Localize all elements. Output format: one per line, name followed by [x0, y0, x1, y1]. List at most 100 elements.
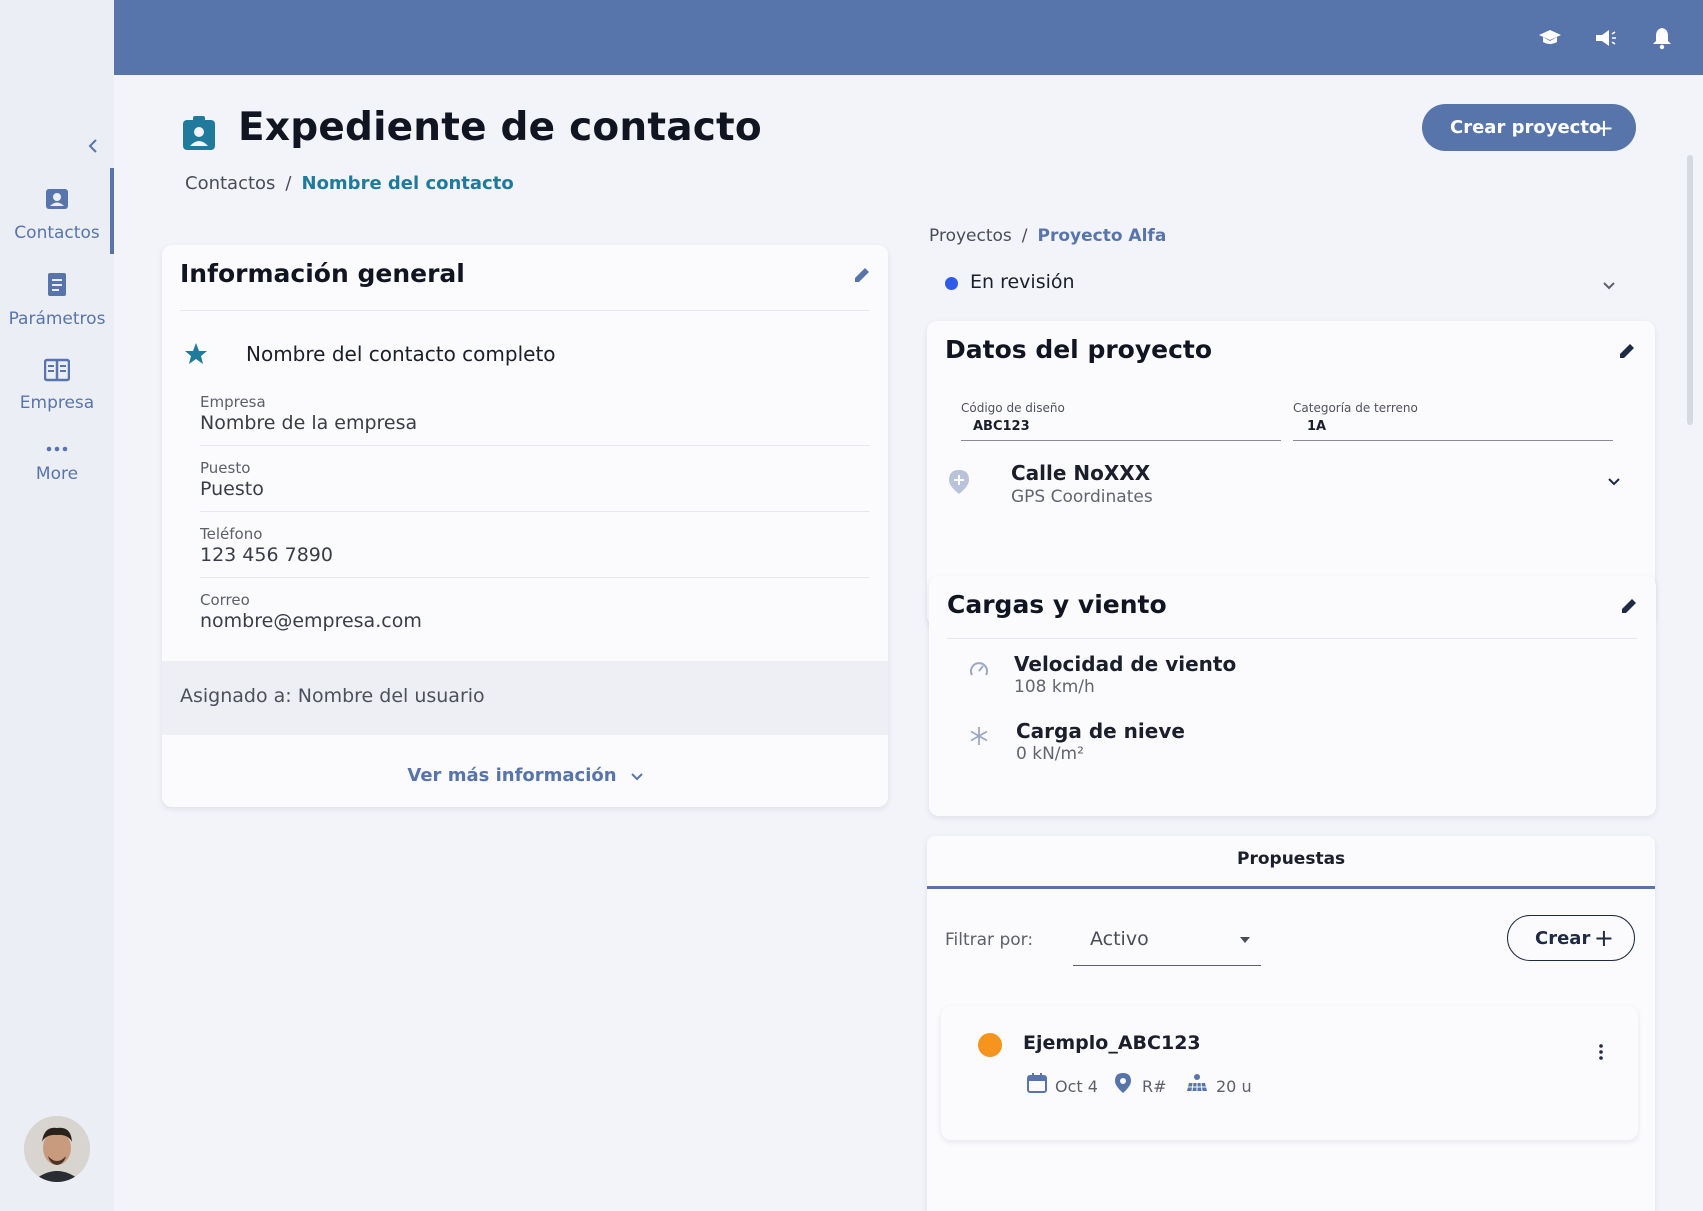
field-value-empresa: Nombre de la empresa — [200, 412, 418, 434]
assigned-section: Asignado a: Nombre del usuario — [162, 661, 888, 735]
proposal-date: Oct 4 — [1055, 1077, 1098, 1096]
project-breadcrumb-root[interactable]: Proyectos — [929, 226, 1012, 246]
pencil-icon[interactable] — [1619, 596, 1639, 616]
code-label: Código de diseño — [961, 401, 1065, 415]
divider — [200, 445, 870, 446]
calendar-icon — [1027, 1073, 1047, 1093]
proposal-item[interactable]: Ejemplo_ABC123 Oct 4 R# 20 u — [941, 1006, 1638, 1140]
proposal-units: 20 u — [1216, 1077, 1252, 1096]
field-label-telefono: Teléfono — [200, 525, 263, 543]
field-value-telefono: 123 456 7890 — [200, 544, 333, 566]
solar-panel-icon — [1187, 1074, 1207, 1092]
loads-wind-title: Cargas y viento — [947, 590, 1167, 619]
building-icon — [43, 358, 71, 382]
create-proposal-button[interactable]: Crear + — [1507, 915, 1635, 961]
create-project-button[interactable]: Crear proyecto + — [1422, 104, 1636, 151]
divider — [200, 511, 870, 512]
sidebar-item-more[interactable]: More — [0, 438, 114, 484]
terrain-value: 1A — [1307, 419, 1327, 434]
divider — [180, 310, 870, 311]
sidebar-item-empresa[interactable]: Empresa — [0, 358, 114, 413]
snowflake-icon — [970, 727, 988, 745]
scrollbar[interactable] — [1687, 155, 1693, 425]
chevron-down-icon — [1608, 478, 1620, 486]
project-breadcrumb: Proyectos / Proyecto Alfa — [929, 226, 1166, 246]
chevron-left-icon[interactable] — [86, 136, 100, 156]
star-icon — [185, 343, 207, 364]
status-label: En revisión — [970, 271, 1075, 293]
page-title: Expediente de contacto — [238, 105, 762, 150]
pencil-icon[interactable] — [852, 265, 872, 285]
breadcrumb: Contactos / Nombre del contacto — [185, 173, 514, 194]
breadcrumb-separator: / — [1021, 226, 1028, 246]
divider — [200, 577, 870, 578]
general-info-card: Información general Nombre del contacto … — [162, 245, 888, 807]
tab-propuestas[interactable]: Propuestas — [1237, 849, 1345, 869]
contact-name: Nombre del contacto completo — [246, 342, 556, 366]
sidebar-item-parametros[interactable]: Parámetros — [0, 272, 114, 329]
wind-speed-value: 108 km/h — [1014, 677, 1095, 697]
loads-wind-card: Cargas y viento Velocidad de viento 108 … — [929, 576, 1656, 816]
field-underline — [961, 440, 1281, 441]
breadcrumb-current: Nombre del contacto — [301, 173, 514, 194]
select-underline — [1073, 965, 1261, 966]
location-pin-icon — [1115, 1073, 1131, 1093]
proposal-ref: R# — [1142, 1077, 1167, 1096]
more-vertical-icon[interactable] — [1598, 1043, 1604, 1061]
breadcrumb-separator: / — [285, 173, 292, 194]
gps-coordinates: GPS Coordinates — [1011, 487, 1153, 507]
terrain-label: Categoría de terreno — [1293, 401, 1418, 415]
project-breadcrumb-current: Proyecto Alfa — [1037, 226, 1167, 246]
field-underline — [1293, 440, 1613, 441]
speedometer-icon — [970, 662, 988, 676]
snow-load-label: Carga de nieve — [1016, 719, 1185, 743]
bell-icon[interactable] — [1650, 26, 1674, 50]
field-label-puesto: Puesto — [200, 459, 251, 477]
general-info-title: Información general — [180, 259, 465, 288]
top-bar — [114, 0, 1703, 75]
sidebar-item-label: Parámetros — [8, 309, 106, 329]
sidebar-item-label: More — [35, 464, 79, 484]
plus-icon: + — [1593, 114, 1614, 142]
sidebar-item-label: Contactos — [14, 223, 100, 243]
location-pin-icon — [949, 470, 969, 494]
tab-indicator — [927, 886, 1655, 889]
code-value: ABC123 — [973, 419, 1030, 434]
proposals-panel: Propuestas Filtrar por: Activo Crear + Ej… — [927, 836, 1655, 1211]
plus-icon: + — [1593, 924, 1614, 952]
see-more-label: Ver más información — [407, 765, 617, 786]
snow-load-value: 0 kN/m² — [1016, 744, 1084, 764]
wind-speed-label: Velocidad de viento — [1014, 652, 1237, 676]
chevron-down-icon — [1603, 282, 1615, 290]
main-content: Expediente de contacto Contactos / Nombre … — [114, 75, 1703, 1211]
filter-label: Filtrar por: — [945, 930, 1034, 950]
address-title: Calle NoXXX — [1011, 461, 1151, 485]
filter-value: Activo — [1090, 928, 1149, 950]
graduation-cap-icon[interactable] — [1538, 26, 1562, 50]
proposal-status-dot — [978, 1033, 1002, 1057]
breadcrumb-root[interactable]: Contactos — [185, 173, 275, 194]
proposal-name: Ejemplo_ABC123 — [1023, 1032, 1201, 1054]
sidebar: Contactos Parámetros Empresa More — [0, 0, 114, 1211]
status-dot — [945, 277, 958, 290]
sidebar-item-contactos[interactable]: Contactos — [0, 168, 114, 254]
contact-badge-icon — [183, 116, 215, 150]
contact-card-icon — [46, 189, 68, 209]
avatar[interactable] — [24, 1116, 90, 1182]
see-more-link[interactable]: Ver más información — [162, 765, 888, 786]
pencil-icon[interactable] — [1617, 341, 1637, 361]
assigned-text: Asignado a: Nombre del usuario — [180, 685, 485, 707]
field-label-empresa: Empresa — [200, 393, 266, 411]
field-value-correo: nombre@empresa.com — [200, 610, 422, 632]
dropdown-arrow-icon — [1240, 937, 1250, 943]
create-proposal-label: Crear — [1535, 927, 1591, 949]
sidebar-item-label: Empresa — [19, 393, 95, 413]
create-project-label: Crear proyecto — [1450, 117, 1602, 138]
megaphone-icon[interactable] — [1594, 26, 1618, 50]
field-value-puesto: Puesto — [200, 478, 264, 500]
more-horizontal-icon — [46, 446, 68, 452]
divider — [947, 638, 1637, 639]
document-icon — [48, 273, 66, 296]
field-label-correo: Correo — [200, 591, 250, 609]
user-portrait-icon — [24, 1116, 90, 1182]
